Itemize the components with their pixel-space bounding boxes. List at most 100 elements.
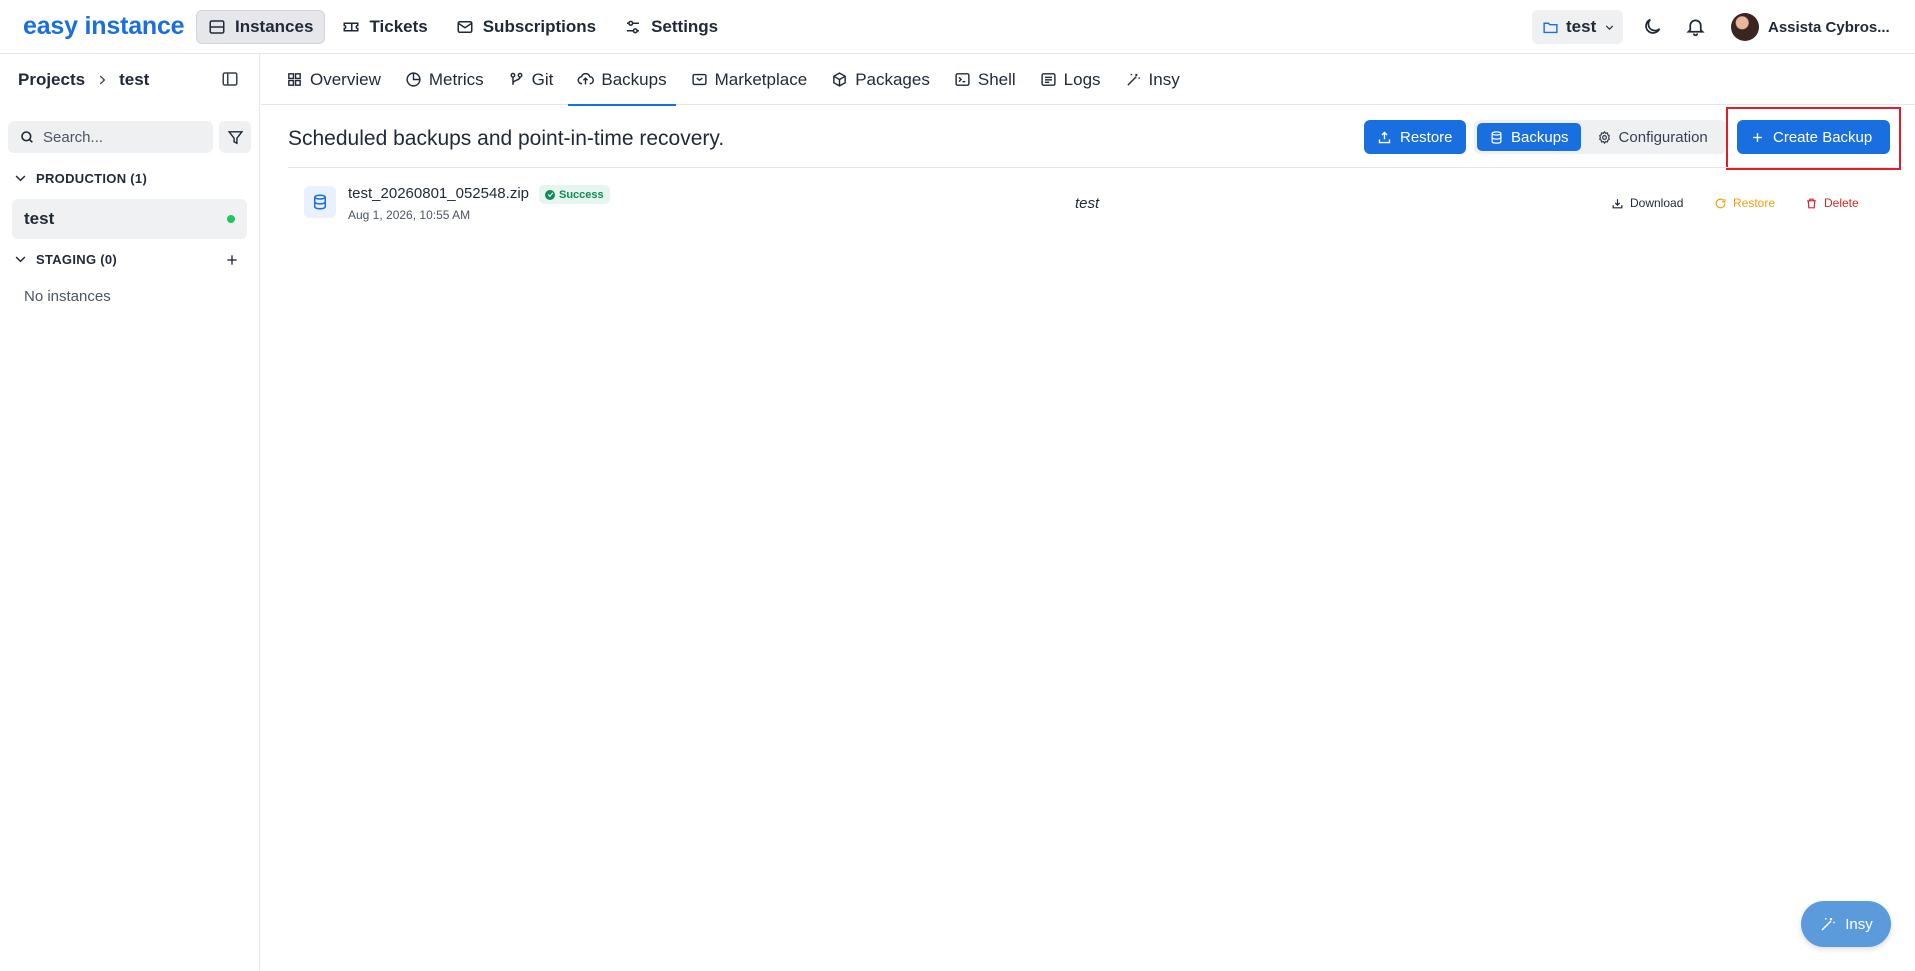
backup-instance: test <box>1075 195 1100 212</box>
group-staging-toggle[interactable]: STAGING (0) <box>13 252 117 267</box>
nav-instances-label: Instances <box>235 17 314 36</box>
nav-tickets-label: Tickets <box>369 17 428 36</box>
view-configuration-button[interactable]: Configuration <box>1585 123 1720 151</box>
rotate-icon <box>1714 197 1727 210</box>
row-restore-label: Restore <box>1733 196 1776 210</box>
trash-icon <box>1805 197 1818 210</box>
tab-packages-label: Packages <box>855 69 930 89</box>
git-icon <box>508 71 525 88</box>
sliders-icon <box>624 18 642 36</box>
sidebar-panel-icon <box>221 70 241 88</box>
tab-shell-label: Shell <box>977 69 1016 89</box>
user-menu[interactable]: Assista Cybros... <box>1731 13 1890 41</box>
sidebar: Projects test Search... PRODUCTION (1) t… <box>0 54 260 971</box>
check-circle-icon <box>545 189 555 200</box>
tab-metrics[interactable]: Metrics <box>396 54 493 105</box>
database-icon <box>304 186 336 218</box>
tab-marketplace[interactable]: Marketplace <box>682 54 817 105</box>
tab-overview[interactable]: Overview <box>277 54 390 105</box>
database-icon <box>1489 130 1504 145</box>
tab-shell[interactable]: Shell <box>945 54 1025 105</box>
search-input[interactable]: Search... <box>8 121 213 153</box>
nav-settings-label: Settings <box>651 17 719 36</box>
insy-assistant-button[interactable]: Insy <box>1801 901 1891 947</box>
nav-settings[interactable]: Settings <box>613 10 729 44</box>
nav-subscriptions-label: Subscriptions <box>482 17 597 36</box>
download-icon <box>1611 197 1624 210</box>
chevron-right-icon <box>95 73 109 87</box>
delete-button[interactable]: Delete <box>1805 196 1859 210</box>
backup-file-name: test_20260801_052548.zip <box>348 185 529 202</box>
bell-icon <box>1685 16 1706 37</box>
project-switcher[interactable]: test <box>1532 10 1623 44</box>
page-subtitle: Scheduled backups and point-in-time reco… <box>288 127 725 150</box>
gear-icon <box>1597 130 1612 145</box>
nav-subscriptions[interactable]: Subscriptions <box>445 10 607 44</box>
terminal-icon <box>954 71 971 88</box>
insy-assistant-label: Insy <box>1845 915 1873 933</box>
group-production-toggle[interactable]: PRODUCTION (1) <box>13 171 147 186</box>
tab-packages[interactable]: Packages <box>822 54 939 105</box>
store-icon <box>691 71 708 88</box>
project-switcher-label: test <box>1566 17 1597 36</box>
sidebar-item-test[interactable]: test <box>12 199 247 239</box>
server-icon <box>208 18 226 36</box>
backup-date: Aug 1, 2026, 10:55 AM <box>348 208 471 222</box>
sidebar-item-label: test <box>24 209 55 228</box>
delete-button-label: Delete <box>1824 196 1859 210</box>
magic-wand-icon <box>1125 71 1142 88</box>
chevron-down-icon <box>1603 21 1616 34</box>
nav-instances[interactable]: Instances <box>196 10 326 44</box>
app-logo[interactable]: easy instance <box>23 12 185 41</box>
moon-icon <box>1642 16 1663 37</box>
view-backups-button[interactable]: Backups <box>1477 123 1581 151</box>
row-restore-button[interactable]: Restore <box>1714 196 1775 210</box>
breadcrumb: Projects test <box>18 70 149 90</box>
top-bar: easy instance Instances Tickets Subscrip… <box>0 0 1915 54</box>
tab-backups[interactable]: Backups <box>568 54 676 106</box>
plus-icon <box>224 252 240 268</box>
create-backup-button[interactable]: Create Backup <box>1737 120 1890 154</box>
tab-insy[interactable]: Insy <box>1116 54 1189 105</box>
instance-tabs: Overview Metrics Git Backups Marketplace… <box>261 54 1915 106</box>
magic-wand-icon <box>1819 915 1837 933</box>
status-dot <box>227 215 235 223</box>
tab-git-label: Git <box>531 69 554 89</box>
user-name: Assista Cybros... <box>1768 18 1890 36</box>
breadcrumb-projects[interactable]: Projects <box>18 70 85 90</box>
plus-icon <box>1750 130 1765 145</box>
status-badge-label: Success <box>559 188 604 201</box>
mail-icon <box>456 18 474 36</box>
tab-metrics-label: Metrics <box>428 69 484 89</box>
restore-button[interactable]: Restore <box>1364 120 1466 154</box>
search-icon <box>19 129 35 145</box>
chevron-down-icon <box>13 252 28 267</box>
filter-button[interactable] <box>219 121 251 153</box>
restore-button-label: Restore <box>1400 128 1453 146</box>
tab-insy-label: Insy <box>1148 69 1180 89</box>
tab-marketplace-label: Marketplace <box>714 69 808 89</box>
tab-overview-label: Overview <box>310 69 381 89</box>
notifications-button[interactable] <box>1683 14 1707 38</box>
nav-tickets[interactable]: Tickets <box>331 10 438 44</box>
chevron-down-icon <box>13 171 28 186</box>
empty-state: No instances <box>24 288 111 305</box>
cloud-upload-icon <box>577 71 595 88</box>
top-nav: Instances Tickets Subscriptions Settings <box>196 10 729 44</box>
package-icon <box>831 71 848 88</box>
group-staging-label: STAGING (0) <box>36 252 118 267</box>
grid-icon <box>286 71 303 88</box>
table-row: test_20260801_052548.zip Success Aug 1, … <box>288 168 1896 238</box>
tab-logs-label: Logs <box>1063 69 1101 89</box>
filter-icon <box>227 129 244 146</box>
sidebar-toggle-button[interactable] <box>221 70 241 90</box>
add-instance-button[interactable] <box>224 252 240 268</box>
download-button[interactable]: Download <box>1611 196 1683 210</box>
tab-logs[interactable]: Logs <box>1031 54 1110 105</box>
view-backups-label: Backups <box>1511 128 1569 146</box>
download-button-label: Download <box>1630 196 1684 210</box>
tab-git[interactable]: Git <box>499 54 563 105</box>
view-switch: Backups Configuration <box>1474 120 1726 154</box>
group-production-label: PRODUCTION (1) <box>36 171 148 186</box>
theme-toggle-button[interactable] <box>1640 14 1664 38</box>
